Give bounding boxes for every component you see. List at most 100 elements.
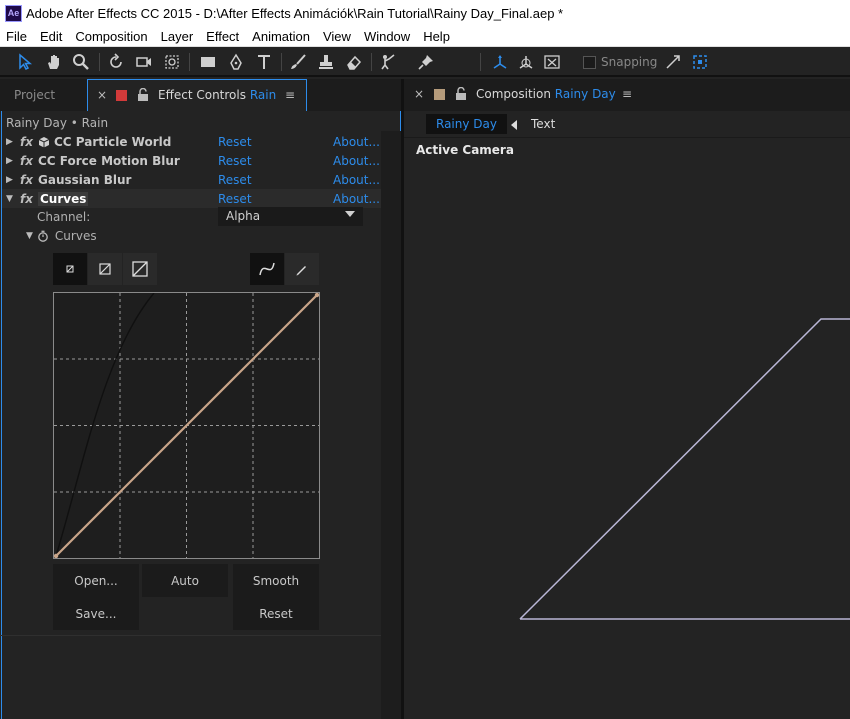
close-icon[interactable]: × <box>97 88 107 102</box>
panel-divider <box>0 635 382 636</box>
channel-dropdown[interactable]: Alpha <box>218 207 363 226</box>
disclosure-triangle-icon[interactable]: ▼ <box>26 231 33 241</box>
snap-edges-icon[interactable] <box>662 51 684 73</box>
large-graph-icon <box>132 261 148 277</box>
rectangle-tool-icon[interactable] <box>197 51 219 73</box>
view-axis-mode-icon[interactable] <box>541 51 563 73</box>
medium-graph-size-button[interactable] <box>88 253 122 285</box>
brush-tool-icon[interactable] <box>287 51 309 73</box>
disclosure-triangle-icon[interactable]: ▼ <box>6 194 16 204</box>
effect-about-link[interactable]: About... <box>333 154 380 168</box>
menu-effect[interactable]: Effect <box>200 29 246 44</box>
auto-button[interactable]: Auto <box>142 564 228 597</box>
3d-cube-icon <box>38 136 50 147</box>
curves-property[interactable]: ▼ Curves <box>26 229 97 243</box>
pencil-icon <box>296 266 306 276</box>
left-panel-tabbar: Project × Effect Controls Rain ≡ <box>0 79 401 111</box>
curves-property-label: Curves <box>54 229 97 243</box>
effect-row-curves[interactable]: ▼ fx Curves Reset About... <box>2 189 381 208</box>
pan-behind-tool-icon[interactable] <box>161 51 183 73</box>
effect-name: Curves <box>38 191 89 206</box>
effect-reset-link[interactable]: Reset <box>218 192 252 206</box>
menu-composition[interactable]: Composition <box>69 29 154 44</box>
menu-help[interactable]: Help <box>417 29 457 44</box>
effect-name: CC Force Motion Blur <box>38 153 180 168</box>
chevron-down-icon <box>345 211 355 217</box>
smooth-button[interactable]: Smooth <box>233 564 319 597</box>
camera-tool-icon[interactable] <box>133 51 155 73</box>
selection-tool-icon[interactable] <box>14 51 36 73</box>
channel-label: Channel: <box>37 210 91 224</box>
save-button[interactable]: Save... <box>53 597 139 630</box>
effect-name: CC Particle World <box>54 134 172 149</box>
disclosure-triangle-icon[interactable]: ▶ <box>6 175 16 185</box>
rotation-tool-icon[interactable] <box>105 51 127 73</box>
snap-features-icon[interactable] <box>689 51 711 73</box>
camera-view-shape[interactable] <box>519 318 850 620</box>
menu-layer[interactable]: Layer <box>155 29 201 44</box>
fx-icon[interactable]: fx <box>20 154 38 168</box>
bezier-curve-tool-button[interactable] <box>250 253 284 285</box>
toolbar-separator <box>99 53 100 71</box>
effect-row-gaussian-blur[interactable]: ▶ fx Gaussian Blur Reset About... <box>2 170 381 189</box>
open-button[interactable]: Open... <box>53 564 139 597</box>
eraser-tool-icon[interactable] <box>343 51 365 73</box>
stopwatch-icon[interactable] <box>37 230 49 242</box>
composition-panel: × Composition Rainy Day ≡ Rainy Day Text… <box>404 79 850 719</box>
effect-controls-scrollbar[interactable] <box>381 131 401 719</box>
effect-row-cc-force-motion-blur[interactable]: ▶ fx CC Force Motion Blur Reset About... <box>2 151 381 170</box>
type-tool-icon[interactable] <box>253 51 275 73</box>
panel-menu-icon[interactable]: ≡ <box>285 88 295 102</box>
local-axis-mode-icon[interactable] <box>489 51 511 73</box>
reset-button[interactable]: Reset <box>233 597 319 630</box>
fx-icon[interactable]: fx <box>20 173 38 187</box>
fx-icon[interactable]: fx <box>20 192 38 206</box>
active-camera-label: Active Camera <box>416 143 514 157</box>
small-graph-size-button[interactable] <box>53 253 87 285</box>
effect-about-link[interactable]: About... <box>333 135 380 149</box>
roto-brush-tool-icon[interactable] <box>377 51 399 73</box>
effect-reset-link[interactable]: Reset <box>218 173 252 187</box>
snapping-checkbox[interactable] <box>583 56 596 69</box>
tools-toolbar: Snapping <box>0 47 850 77</box>
title-bar: Ae Adobe After Effects CC 2015 - D:\Afte… <box>0 0 850 26</box>
effect-reset-link[interactable]: Reset <box>218 154 252 168</box>
disclosure-triangle-icon[interactable]: ▶ <box>6 156 16 166</box>
world-axis-mode-icon[interactable] <box>515 51 537 73</box>
curves-graph[interactable] <box>53 292 320 559</box>
effect-controls-panel: Project × Effect Controls Rain ≡ Rainy D… <box>0 79 401 719</box>
menu-animation[interactable]: Animation <box>246 29 317 44</box>
channel-dropdown-value: Alpha <box>226 209 261 223</box>
composition-viewer[interactable] <box>404 79 850 719</box>
small-graph-icon <box>66 265 74 273</box>
lock-icon[interactable] <box>137 88 149 102</box>
effect-about-link[interactable]: About... <box>333 173 380 187</box>
pen-tool-icon[interactable] <box>225 51 247 73</box>
label-color-swatch <box>116 90 127 101</box>
menu-view[interactable]: View <box>317 29 358 44</box>
zoom-tool-icon[interactable] <box>70 51 92 73</box>
puppet-pin-tool-icon[interactable] <box>415 51 437 73</box>
after-effects-logo-icon: Ae <box>5 4 22 22</box>
effect-row-cc-particle-world[interactable]: ▶ fx CC Particle World Reset About... <box>2 132 381 151</box>
effect-reset-link[interactable]: Reset <box>218 135 252 149</box>
bezier-curve-icon <box>259 262 275 276</box>
effect-about-link[interactable]: About... <box>333 192 380 206</box>
tab-effect-controls[interactable]: × Effect Controls Rain ≡ <box>87 79 307 111</box>
toolbar-separator <box>371 53 372 71</box>
toolbar-separator <box>189 53 190 71</box>
menu-window[interactable]: Window <box>358 29 417 44</box>
hand-tool-icon[interactable] <box>43 51 65 73</box>
fx-icon[interactable]: fx <box>20 135 38 149</box>
menu-edit[interactable]: Edit <box>34 29 69 44</box>
disclosure-triangle-icon[interactable]: ▶ <box>6 137 16 147</box>
large-graph-size-button[interactable] <box>123 253 157 285</box>
medium-graph-icon <box>99 263 111 275</box>
effect-controls-tab-label: Effect Controls Rain <box>158 88 277 102</box>
window-title: Adobe After Effects CC 2015 - D:\After E… <box>26 5 564 21</box>
tab-project[interactable]: Project <box>0 79 86 111</box>
clone-stamp-tool-icon[interactable] <box>315 51 337 73</box>
curves-graph-plot[interactable] <box>53 292 320 559</box>
menu-file[interactable]: File <box>0 29 34 44</box>
pencil-tool-button[interactable] <box>285 253 319 285</box>
